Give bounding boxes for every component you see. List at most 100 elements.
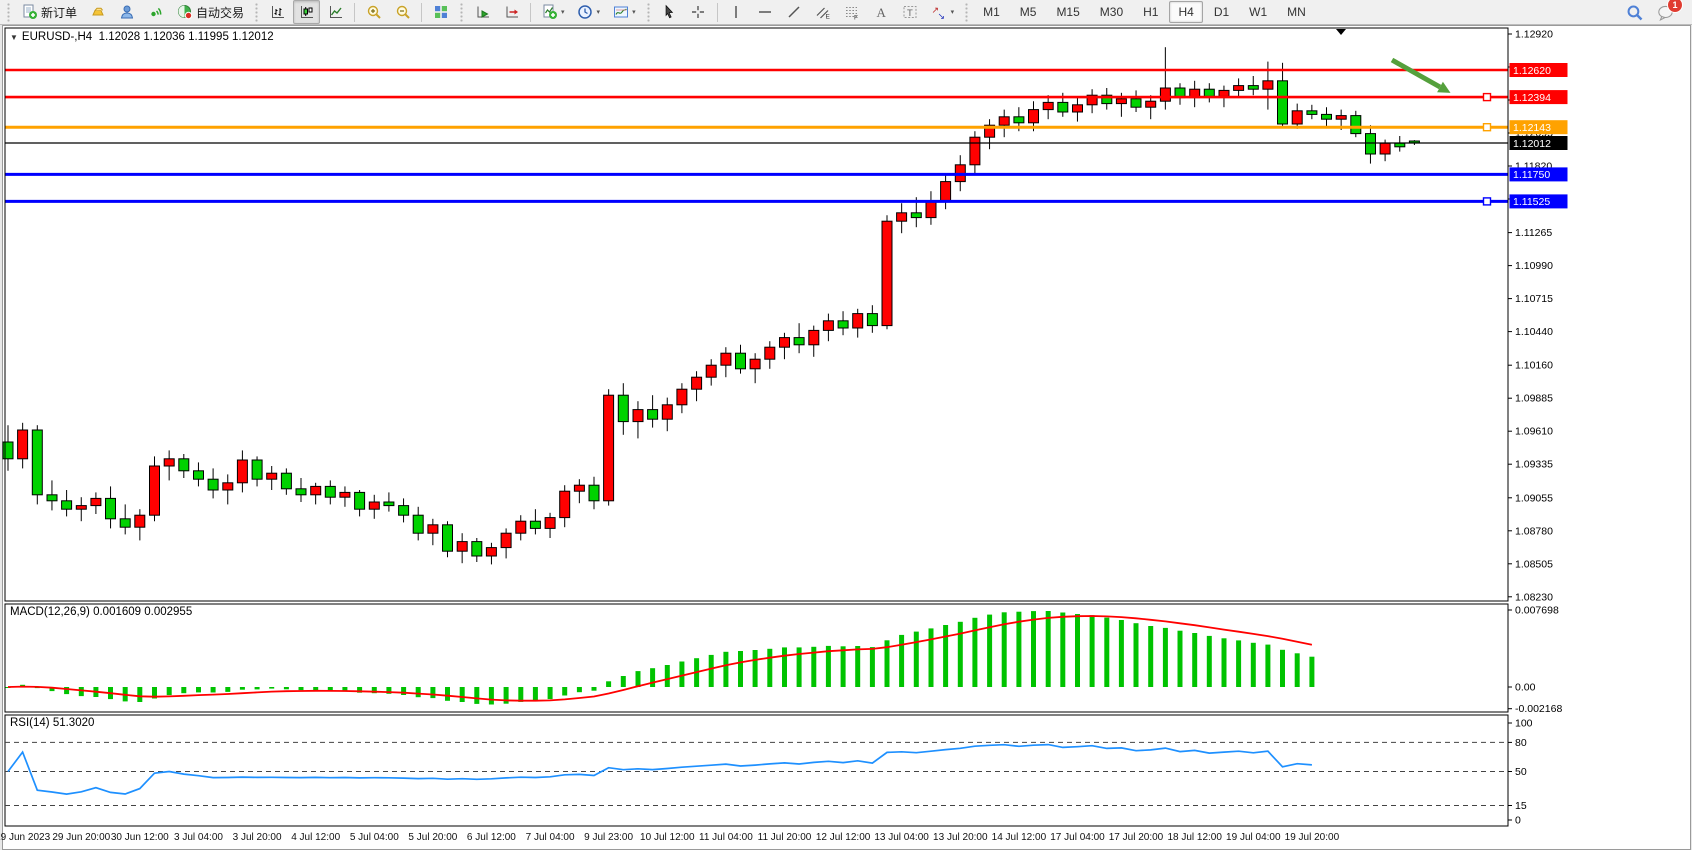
new-order-icon <box>22 4 38 20</box>
zoom-out-button[interactable] <box>389 0 416 24</box>
vertical-line-button[interactable] <box>723 0 750 24</box>
trendline-icon <box>786 4 803 21</box>
zoom-out-icon <box>394 4 411 21</box>
channel-icon: E <box>815 4 831 20</box>
quotes-button[interactable] <box>84 0 111 24</box>
search-icon <box>1626 4 1643 21</box>
indicators-icon <box>541 4 558 21</box>
globe-icon <box>177 4 193 20</box>
gold-icon <box>89 4 106 21</box>
autotrading-button-label: 自动交易 <box>196 4 244 21</box>
text-label-button[interactable]: T <box>897 0 924 24</box>
zoom-in-button[interactable] <box>360 0 387 24</box>
arrows-icon: ↗↘ <box>931 4 947 20</box>
cursor-icon <box>661 4 677 20</box>
zoom-out-icon <box>395 4 411 20</box>
chart-shift-icon <box>503 4 520 21</box>
horizontal-line-button[interactable] <box>752 0 779 24</box>
tf-m5-button[interactable]: M5 <box>1011 1 1046 23</box>
trendline-button[interactable] <box>781 0 808 24</box>
templates-button[interactable]: ▾ <box>607 0 641 24</box>
clock-icon <box>577 4 593 20</box>
toolbar-grip[interactable] <box>964 3 969 22</box>
fibonacci-icon: F <box>844 4 861 21</box>
tf-m15-button[interactable]: M15 <box>1047 1 1088 23</box>
line-chart-icon <box>328 4 344 20</box>
svg-text:F: F <box>854 15 858 21</box>
signal-icon <box>148 4 164 20</box>
tf-mn-button[interactable]: MN <box>1278 1 1315 23</box>
cursor-icon <box>661 4 678 21</box>
person-icon <box>118 4 135 21</box>
indicators-button[interactable]: ▾ <box>536 0 570 24</box>
tf-h4-button[interactable]: H4 <box>1169 1 1202 23</box>
candlestick-chart-button[interactable] <box>293 0 320 24</box>
dropdown-arrow-icon[interactable]: ▾ <box>597 8 601 16</box>
notification-badge: 1 <box>1667 0 1683 13</box>
chart-shift-icon <box>504 4 520 20</box>
toolbar-grip[interactable] <box>646 3 651 22</box>
line-chart-icon <box>327 4 344 21</box>
bars-icon <box>270 4 286 20</box>
search-button[interactable] <box>1626 4 1643 21</box>
equidistant-channel-button[interactable]: E <box>810 0 837 24</box>
auto-scroll-button[interactable] <box>469 0 496 24</box>
toolbar-grip[interactable] <box>459 3 464 22</box>
new-order-icon <box>21 4 38 21</box>
line-chart-button[interactable] <box>322 0 349 24</box>
cursor-button[interactable] <box>656 0 683 24</box>
toolbar-right: 1 <box>1626 4 1690 21</box>
toolbar-grip[interactable] <box>6 3 11 22</box>
periods-button[interactable]: ▾ <box>572 0 606 24</box>
tf-w1-button[interactable]: W1 <box>1240 1 1276 23</box>
tf-h1-button[interactable]: H1 <box>1134 1 1167 23</box>
dropdown-arrow-icon[interactable]: ▾ <box>951 8 955 16</box>
arrows-button[interactable]: ↗↘ ▾ <box>926 0 960 24</box>
svg-text:↘: ↘ <box>938 11 946 20</box>
crosshair-icon <box>690 4 706 20</box>
toolbar-separator <box>354 3 355 22</box>
tf-m1-button[interactable]: M1 <box>974 1 1009 23</box>
fibonacci-button[interactable]: F <box>839 0 866 24</box>
app-root: { "toolbar": { "groups": [ {"grip": true… <box>0 0 1692 850</box>
tile-windows-icon <box>433 4 449 20</box>
fibonacci-icon: F <box>844 4 860 20</box>
toolbar-separator <box>421 3 422 22</box>
toolbar: 新订单 自动交易 ▾ ▾ ▾ E F A T ↗↘ ▾ M1M5M15M30H1H4D1W1MN 1 <box>0 0 1692 25</box>
text-icon: A <box>873 4 889 20</box>
tile-windows-button[interactable] <box>427 0 454 24</box>
new-order-button-label: 新订单 <box>41 4 77 21</box>
bar-chart-button[interactable] <box>264 0 291 24</box>
tile-windows-icon <box>432 4 449 21</box>
arrows-icon: ↗↘ <box>931 4 948 21</box>
bars-icon <box>269 4 286 21</box>
template-icon <box>613 4 629 20</box>
zoom-in-icon <box>365 4 382 21</box>
text-label-icon: T <box>902 4 918 20</box>
svg-text:T: T <box>907 8 913 19</box>
channel-icon: E <box>815 4 832 21</box>
gold-icon <box>90 4 106 20</box>
tf-d1-button[interactable]: D1 <box>1205 1 1238 23</box>
zoom-in-icon <box>366 4 382 20</box>
trendline-icon <box>786 4 802 20</box>
news-button[interactable] <box>142 0 169 24</box>
text-button[interactable]: A <box>868 0 895 24</box>
chart-window[interactable] <box>2 25 1691 850</box>
auto-scroll-icon <box>475 4 491 20</box>
candles-icon <box>299 4 315 20</box>
toolbar-grip[interactable] <box>254 3 259 22</box>
profile-button[interactable] <box>113 0 140 24</box>
candles-icon <box>298 4 315 21</box>
tf-m30-button[interactable]: M30 <box>1091 1 1132 23</box>
new-order-button[interactable]: 新订单 <box>16 0 82 24</box>
dropdown-arrow-icon[interactable]: ▾ <box>561 8 565 16</box>
text-icon: A <box>873 4 890 21</box>
crosshair-icon <box>690 4 707 21</box>
svg-text:E: E <box>826 14 831 21</box>
crosshair-button[interactable] <box>685 0 712 24</box>
autotrading-button[interactable]: 自动交易 <box>171 0 249 24</box>
dropdown-arrow-icon[interactable]: ▾ <box>632 8 636 16</box>
chart-shift-button[interactable] <box>498 0 525 24</box>
notifications-button[interactable]: 1 <box>1657 4 1674 21</box>
